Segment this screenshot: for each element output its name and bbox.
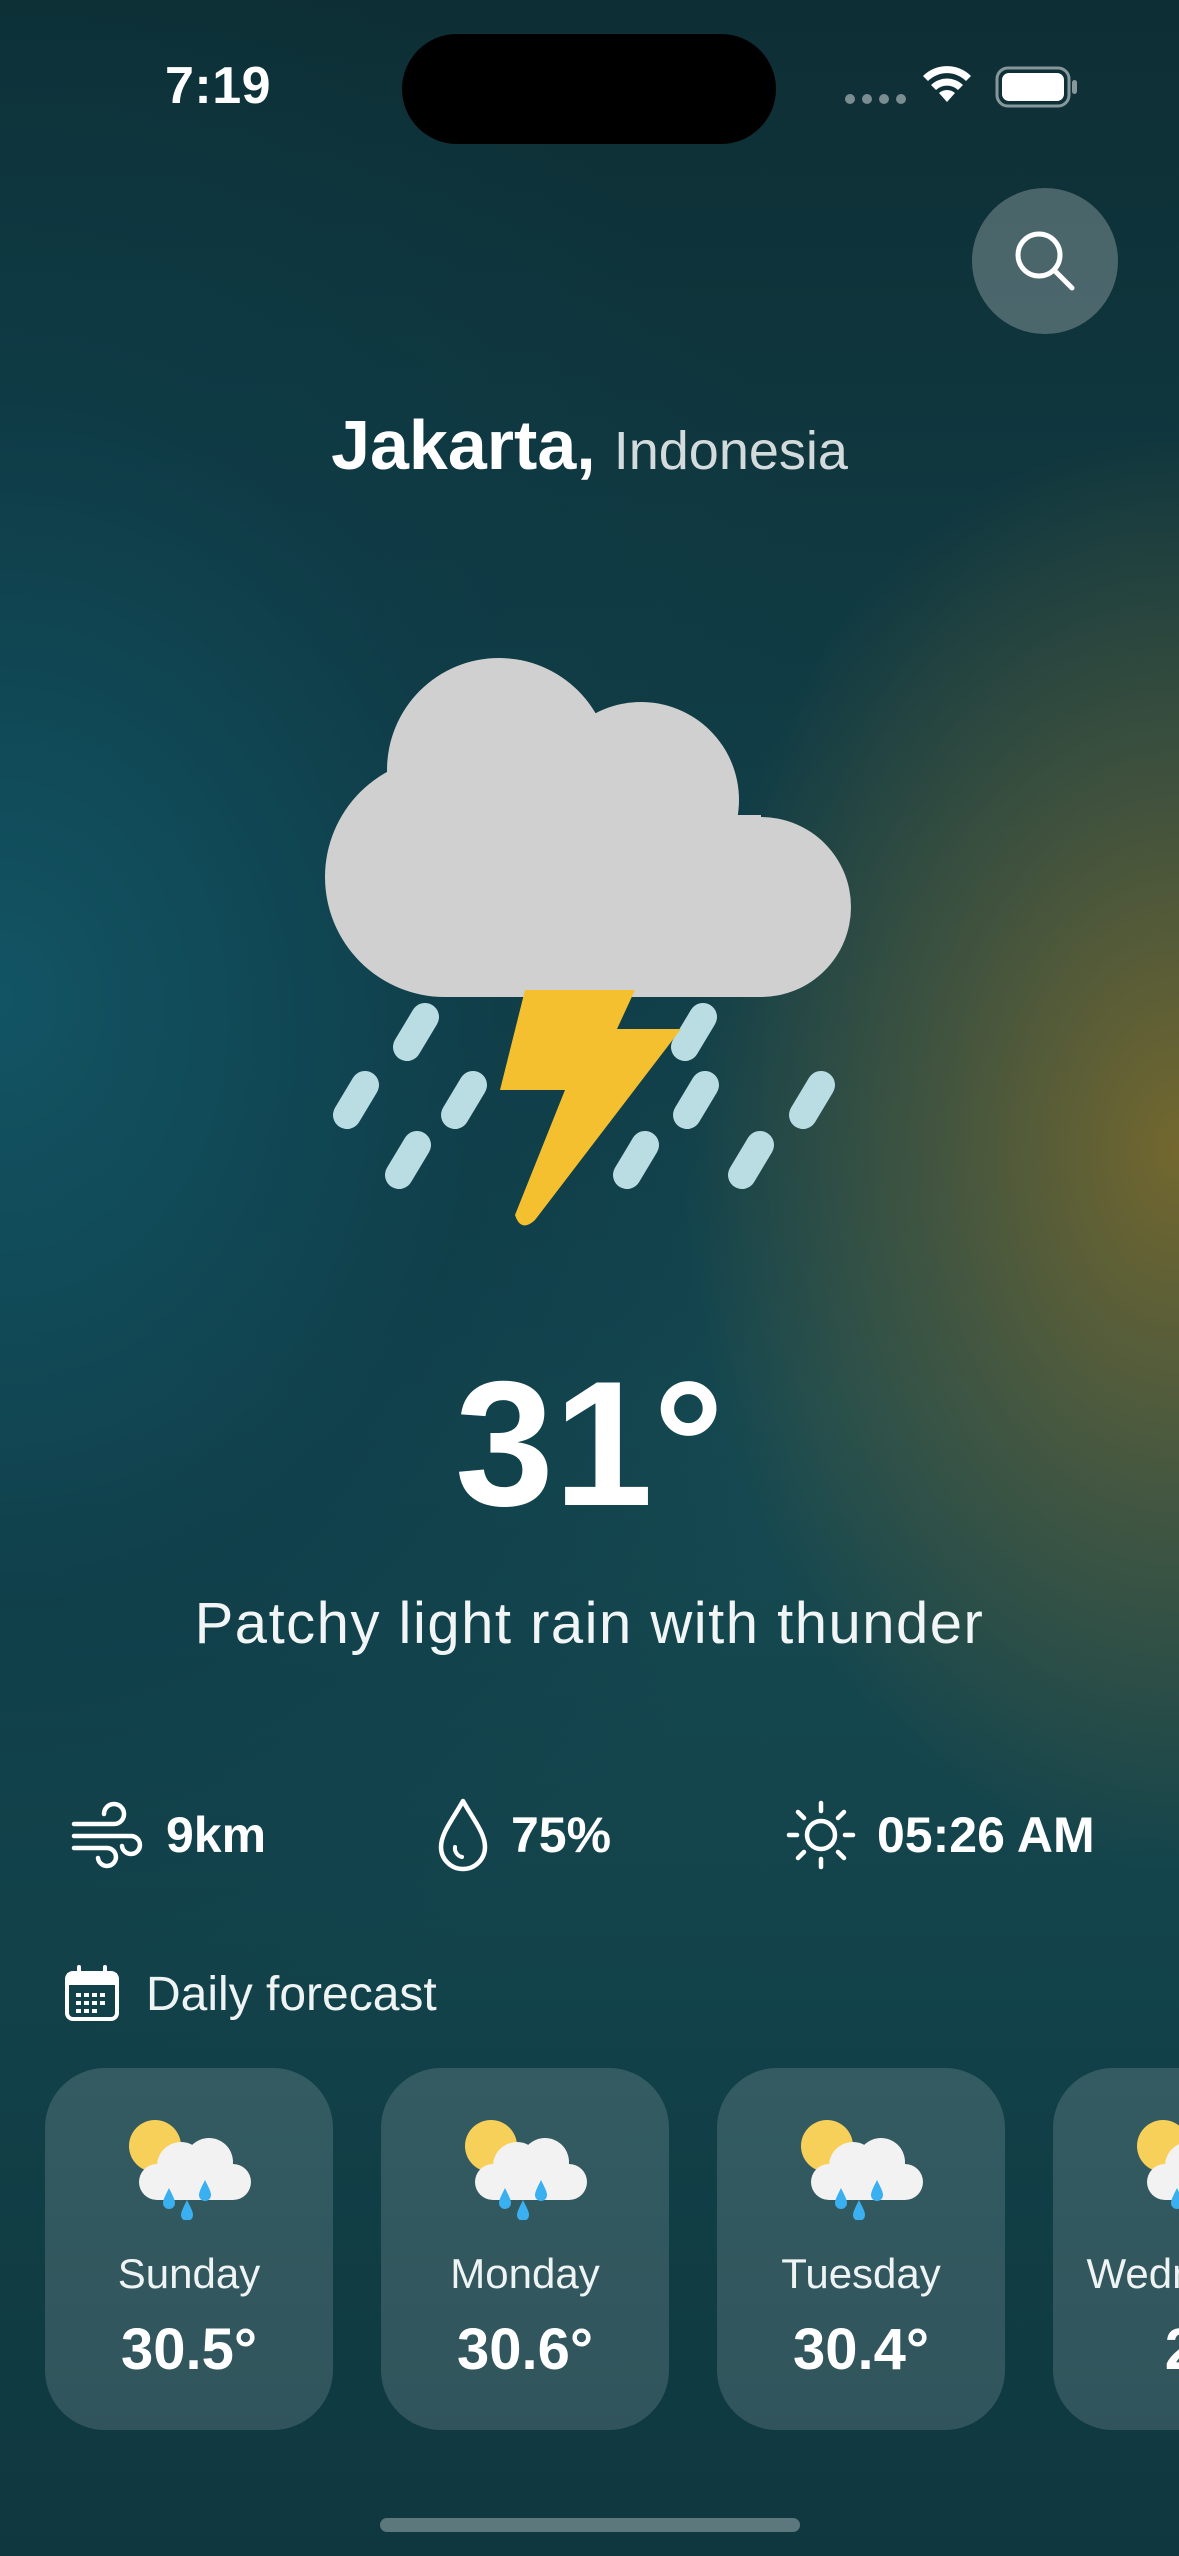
calendar-icon bbox=[65, 1965, 119, 2021]
wind-stat: 9km bbox=[70, 1800, 266, 1870]
sun-cloud-rain-icon bbox=[1131, 2116, 1179, 2225]
forecast-temp: 30.4° bbox=[792, 2317, 930, 2382]
forecast-day: Tuesday bbox=[781, 2250, 941, 2297]
humidity-stat: 75% bbox=[435, 1798, 612, 1872]
weather-condition: Patchy light rain with thunder bbox=[194, 1591, 985, 1656]
wind-icon bbox=[71, 1801, 143, 1869]
thunderstorm-rain-icon bbox=[295, 645, 895, 1240]
status-time: 7:19 bbox=[165, 57, 272, 115]
search-icon bbox=[1015, 231, 1075, 291]
daily-forecast-header: Daily forecast bbox=[64, 1965, 437, 2023]
search-button[interactable] bbox=[972, 188, 1118, 334]
home-indicator[interactable] bbox=[380, 2518, 800, 2532]
battery-icon bbox=[995, 66, 1081, 113]
wifi-icon bbox=[920, 62, 974, 109]
wind-value: 9km bbox=[166, 1807, 267, 1863]
country-name: Indonesia bbox=[613, 421, 848, 481]
humidity-value: 75% bbox=[511, 1807, 612, 1863]
dynamic-island bbox=[402, 34, 776, 144]
sunrise-value: 05:26 AM bbox=[877, 1807, 1095, 1863]
cellular-signal-icon bbox=[845, 94, 906, 104]
sun-cloud-rain-icon bbox=[795, 2116, 927, 2225]
forecast-temp: 29 bbox=[1053, 2316, 1179, 2383]
daily-forecast-title: Daily forecast bbox=[146, 1967, 437, 2021]
forecast-card[interactable]: Wednesday 29 bbox=[1053, 2068, 1179, 2430]
sunrise-stat: 05:26 AM bbox=[785, 1800, 1095, 1870]
forecast-card[interactable]: Sunday 30.5° bbox=[45, 2068, 333, 2430]
forecast-day: Wednesday bbox=[1086, 2250, 1179, 2297]
sun-cloud-rain-icon bbox=[459, 2116, 591, 2225]
forecast-temp: 30.6° bbox=[456, 2317, 594, 2382]
water-drop-icon bbox=[438, 1798, 488, 1872]
forecast-card[interactable]: Tuesday 30.4° bbox=[717, 2068, 1005, 2430]
location-title: Jakarta, Indonesia bbox=[0, 405, 1179, 485]
city-name: Jakarta, bbox=[331, 406, 596, 484]
current-temperature: 31° bbox=[454, 1344, 725, 1543]
forecast-card[interactable]: Monday 30.6° bbox=[381, 2068, 669, 2430]
forecast-temp: 30.5° bbox=[120, 2317, 258, 2382]
sun-icon bbox=[786, 1800, 856, 1870]
forecast-day: Sunday bbox=[117, 2250, 261, 2297]
sun-cloud-rain-icon bbox=[123, 2116, 255, 2225]
forecast-day: Monday bbox=[450, 2250, 600, 2297]
